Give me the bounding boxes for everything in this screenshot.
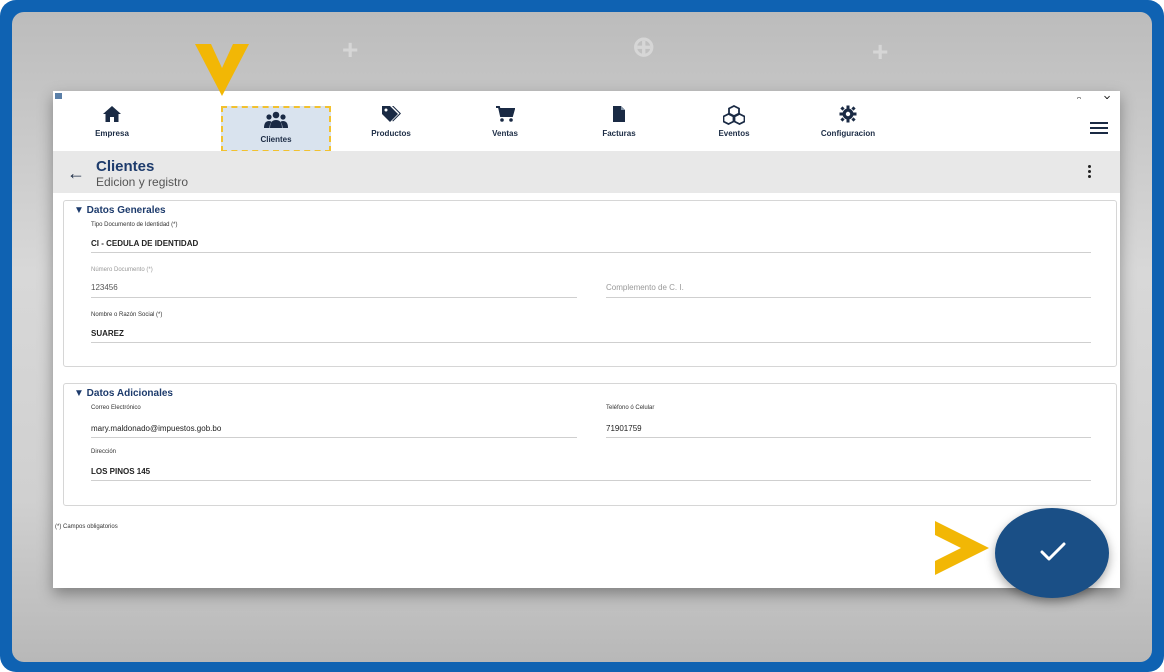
nav-item-empresa[interactable]: Empresa	[57, 99, 167, 151]
field-underline	[91, 252, 1091, 253]
complemento-input[interactable]: Complemento de C. I.	[606, 283, 684, 292]
nombre-label: Nombre o Razón Social (*)	[91, 312, 163, 318]
page-subtitle: Edicion y registro	[96, 175, 189, 189]
nav-item-clientes[interactable]: Clientes	[221, 106, 331, 152]
nombre-input[interactable]: SUAREZ	[91, 329, 124, 338]
pointer-down-icon	[195, 44, 249, 96]
gear-icon	[793, 105, 903, 127]
decorative-circle: ⊕	[632, 31, 656, 62]
direccion-input[interactable]: LOS PINOS 145	[91, 467, 150, 476]
nav-label: Configuracion	[820, 129, 876, 138]
field-underline	[91, 437, 577, 438]
correo-label: Correo Electrónico	[91, 405, 141, 411]
nav-item-productos[interactable]: Productos	[336, 99, 446, 151]
pointer-right-icon	[935, 521, 989, 575]
nav-label: Ventas	[492, 129, 518, 138]
tipo-documento-select[interactable]: CI - CEDULA DE IDENTIDAD	[91, 239, 198, 248]
field-underline	[91, 480, 1091, 481]
home-icon	[57, 105, 167, 127]
decorative-plus: +	[342, 34, 359, 65]
tipo-documento-label: Tipo Documento de Identidad (*)	[91, 222, 178, 228]
nav-label: Empresa	[95, 129, 129, 138]
direccion-label: Dirección	[91, 449, 117, 455]
nav-label: Productos	[371, 129, 411, 138]
field-underline	[91, 342, 1091, 343]
page-header: ← Clientes Edicion y registro	[53, 151, 1120, 193]
hamburger-menu-icon[interactable]	[1090, 122, 1108, 134]
telefono-label: Teléfono ó Celular	[606, 405, 655, 411]
top-navigation: Empresa Clientes Productos Ventas Factur…	[53, 99, 1120, 152]
checkmark-icon	[1040, 542, 1066, 561]
app-window: – ▫ × Empresa Clientes	[53, 91, 1120, 588]
page-title: Clientes	[96, 158, 155, 175]
nav-label: Facturas	[602, 129, 636, 138]
file-icon	[564, 105, 674, 127]
telefono-input[interactable]: 71901759	[606, 424, 642, 433]
tags-icon	[336, 105, 446, 127]
nav-label: Clientes	[260, 135, 292, 144]
save-confirm-button[interactable]	[995, 508, 1109, 598]
numero-documento-input[interactable]: 123456	[91, 283, 118, 292]
nav-item-facturas[interactable]: Facturas	[564, 99, 674, 151]
users-icon	[223, 111, 329, 133]
back-arrow-icon[interactable]: ←	[67, 163, 85, 184]
correo-input[interactable]: mary.maldonado@impuestos.gob.bo	[91, 424, 221, 433]
nav-item-configuracion[interactable]: Configuracion	[793, 99, 903, 151]
datos-adicionales-section: ▼ Datos Adicionales Correo Electrónico m…	[63, 383, 1117, 506]
field-underline	[91, 297, 577, 298]
section-title[interactable]: ▼ Datos Adicionales	[74, 388, 173, 399]
cart-icon	[450, 105, 560, 127]
more-options-icon[interactable]	[1088, 165, 1092, 180]
nav-label: Eventos	[718, 129, 750, 138]
decorative-plus: +	[872, 36, 889, 67]
section-title[interactable]: ▼ Datos Generales	[74, 205, 166, 216]
nav-item-eventos[interactable]: Eventos	[679, 99, 789, 151]
cubes-icon	[679, 104, 789, 127]
field-underline	[606, 437, 1091, 438]
field-underline	[606, 297, 1091, 298]
numero-documento-label: Número Documento (*)	[91, 267, 153, 273]
datos-generales-section: ▼ Datos Generales Tipo Documento de Iden…	[63, 200, 1117, 367]
nav-item-ventas[interactable]: Ventas	[450, 99, 560, 151]
required-fields-note: (*) Campos obligatorios	[55, 524, 118, 530]
